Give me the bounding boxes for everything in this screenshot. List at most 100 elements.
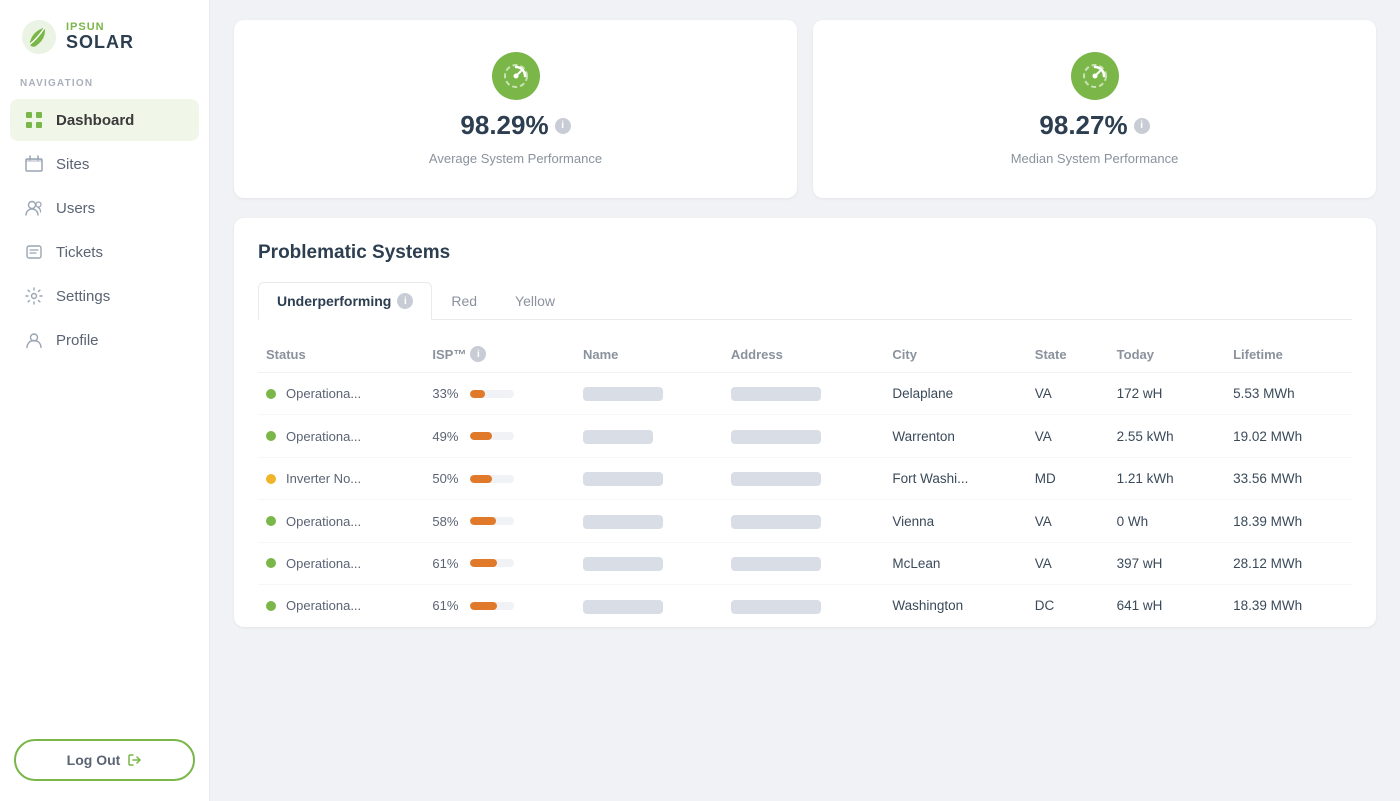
th-name: Name [569,336,717,373]
cell-city-5: Washington [878,585,1020,627]
avg-perf-value: 98.29% i [460,110,570,141]
cell-status-3: Operationa... [258,500,418,542]
cell-name-0 [569,373,717,415]
isp-bar-0 [470,390,514,398]
address-blur-5 [731,600,821,614]
status-dot-3 [266,516,276,526]
table-row[interactable]: Operationa... 49% Warrenton VA 2.55 kWh … [258,415,1352,457]
address-blur-4 [731,557,821,571]
table-row[interactable]: Operationa... 33% Delaplane VA 172 wH 5.… [258,373,1352,415]
status-text-0: Operationa... [286,386,361,401]
status-text-3: Operationa... [286,514,361,529]
table-row[interactable]: Operationa... 58% Vienna VA 0 Wh 18.39 M… [258,500,1352,542]
tab-red-label: Red [451,293,477,309]
cell-name-4 [569,542,717,584]
isp-pct-2: 50% [432,471,462,486]
table-row[interactable]: Operationa... 61% McLean VA 397 wH 28.12… [258,542,1352,584]
sidebar-item-users[interactable]: Users [10,187,199,229]
status-text-4: Operationa... [286,556,361,571]
sidebar-label-settings: Settings [56,288,110,305]
isp-bar-3 [470,517,514,525]
tab-yellow[interactable]: Yellow [496,282,574,319]
status-text-1: Operationa... [286,429,361,444]
tab-red[interactable]: Red [432,282,496,319]
cell-state-1: VA [1021,415,1103,457]
table-row[interactable]: Inverter No... 50% Fort Washi... MD 1.21… [258,457,1352,499]
logout-button[interactable]: Log Out [14,739,195,781]
th-today: Today [1103,336,1219,373]
cell-state-5: DC [1021,585,1103,627]
settings-icon [24,286,44,306]
cell-isp-5: 61% [418,585,569,627]
table-header-row: Status ISP™ i Name Address City State To… [258,336,1352,373]
cell-city-4: McLean [878,542,1020,584]
sidebar-item-profile[interactable]: Profile [10,319,199,361]
cell-status-4: Operationa... [258,542,418,584]
address-blur-0 [731,387,821,401]
sidebar-label-users: Users [56,200,95,217]
tab-underperforming-label: Underperforming [277,293,391,309]
isp-info-icon[interactable]: i [470,346,486,362]
cell-state-0: VA [1021,373,1103,415]
sidebar-item-sites[interactable]: Sites [10,143,199,185]
cell-address-5 [717,585,879,627]
sidebar-item-tickets[interactable]: Tickets [10,231,199,273]
status-dot-5 [266,601,276,611]
address-blur-3 [731,515,821,529]
dashboard-icon [24,110,44,130]
profile-icon [24,330,44,350]
cell-state-3: VA [1021,500,1103,542]
tickets-icon [24,242,44,262]
sites-icon [24,154,44,174]
cell-city-1: Warrenton [878,415,1020,457]
median-perf-value: 98.27% i [1039,110,1149,141]
cell-today-2: 1.21 kWh [1103,457,1219,499]
logout-icon [128,753,142,767]
main-content: 98.29% i Average System Performance 98.2… [210,0,1400,801]
avg-perf-card: 98.29% i Average System Performance [234,20,797,198]
logo-text: IPSUN SOLAR [66,21,134,53]
cell-today-0: 172 wH [1103,373,1219,415]
name-blur-5 [583,600,663,614]
problems-card: Problematic Systems Underperforming i Re… [234,218,1376,627]
avg-gauge-icon [492,52,540,100]
name-blur-1 [583,430,653,444]
cell-today-4: 397 wH [1103,542,1219,584]
tab-underperforming-info[interactable]: i [397,293,413,309]
status-dot-2 [266,474,276,484]
avg-info-icon[interactable]: i [555,118,571,134]
isp-bar-5 [470,602,514,610]
problems-table-wrap: Status ISP™ i Name Address City State To… [258,320,1352,627]
name-blur-4 [583,557,663,571]
median-info-icon[interactable]: i [1134,118,1150,134]
status-dot-0 [266,389,276,399]
users-icon [24,198,44,218]
status-text-2: Inverter No... [286,471,361,486]
tabs-row: Underperforming i Red Yellow [258,282,1352,320]
name-blur-3 [583,515,663,529]
sidebar-label-sites: Sites [56,156,89,173]
isp-pct-3: 58% [432,514,462,529]
sidebar-item-settings[interactable]: Settings [10,275,199,317]
performance-row: 98.29% i Average System Performance 98.2… [234,20,1376,198]
tab-underperforming[interactable]: Underperforming i [258,282,432,320]
th-address: Address [717,336,879,373]
cell-city-2: Fort Washi... [878,457,1020,499]
logo-area: IPSUN SOLAR [0,0,209,78]
cell-isp-4: 61% [418,542,569,584]
sidebar-item-dashboard[interactable]: Dashboard [10,99,199,141]
cell-address-1 [717,415,879,457]
cell-today-1: 2.55 kWh [1103,415,1219,457]
problems-table: Status ISP™ i Name Address City State To… [258,336,1352,627]
logout-label: Log Out [67,752,121,768]
cell-lifetime-4: 28.12 MWh [1219,542,1352,584]
table-row[interactable]: Operationa... 61% Washington DC 641 wH 1… [258,585,1352,627]
cell-isp-2: 50% [418,457,569,499]
cell-status-0: Operationa... [258,373,418,415]
address-blur-2 [731,472,821,486]
cell-lifetime-0: 5.53 MWh [1219,373,1352,415]
status-text-5: Operationa... [286,598,361,613]
cell-name-5 [569,585,717,627]
th-state: State [1021,336,1103,373]
cell-isp-3: 58% [418,500,569,542]
